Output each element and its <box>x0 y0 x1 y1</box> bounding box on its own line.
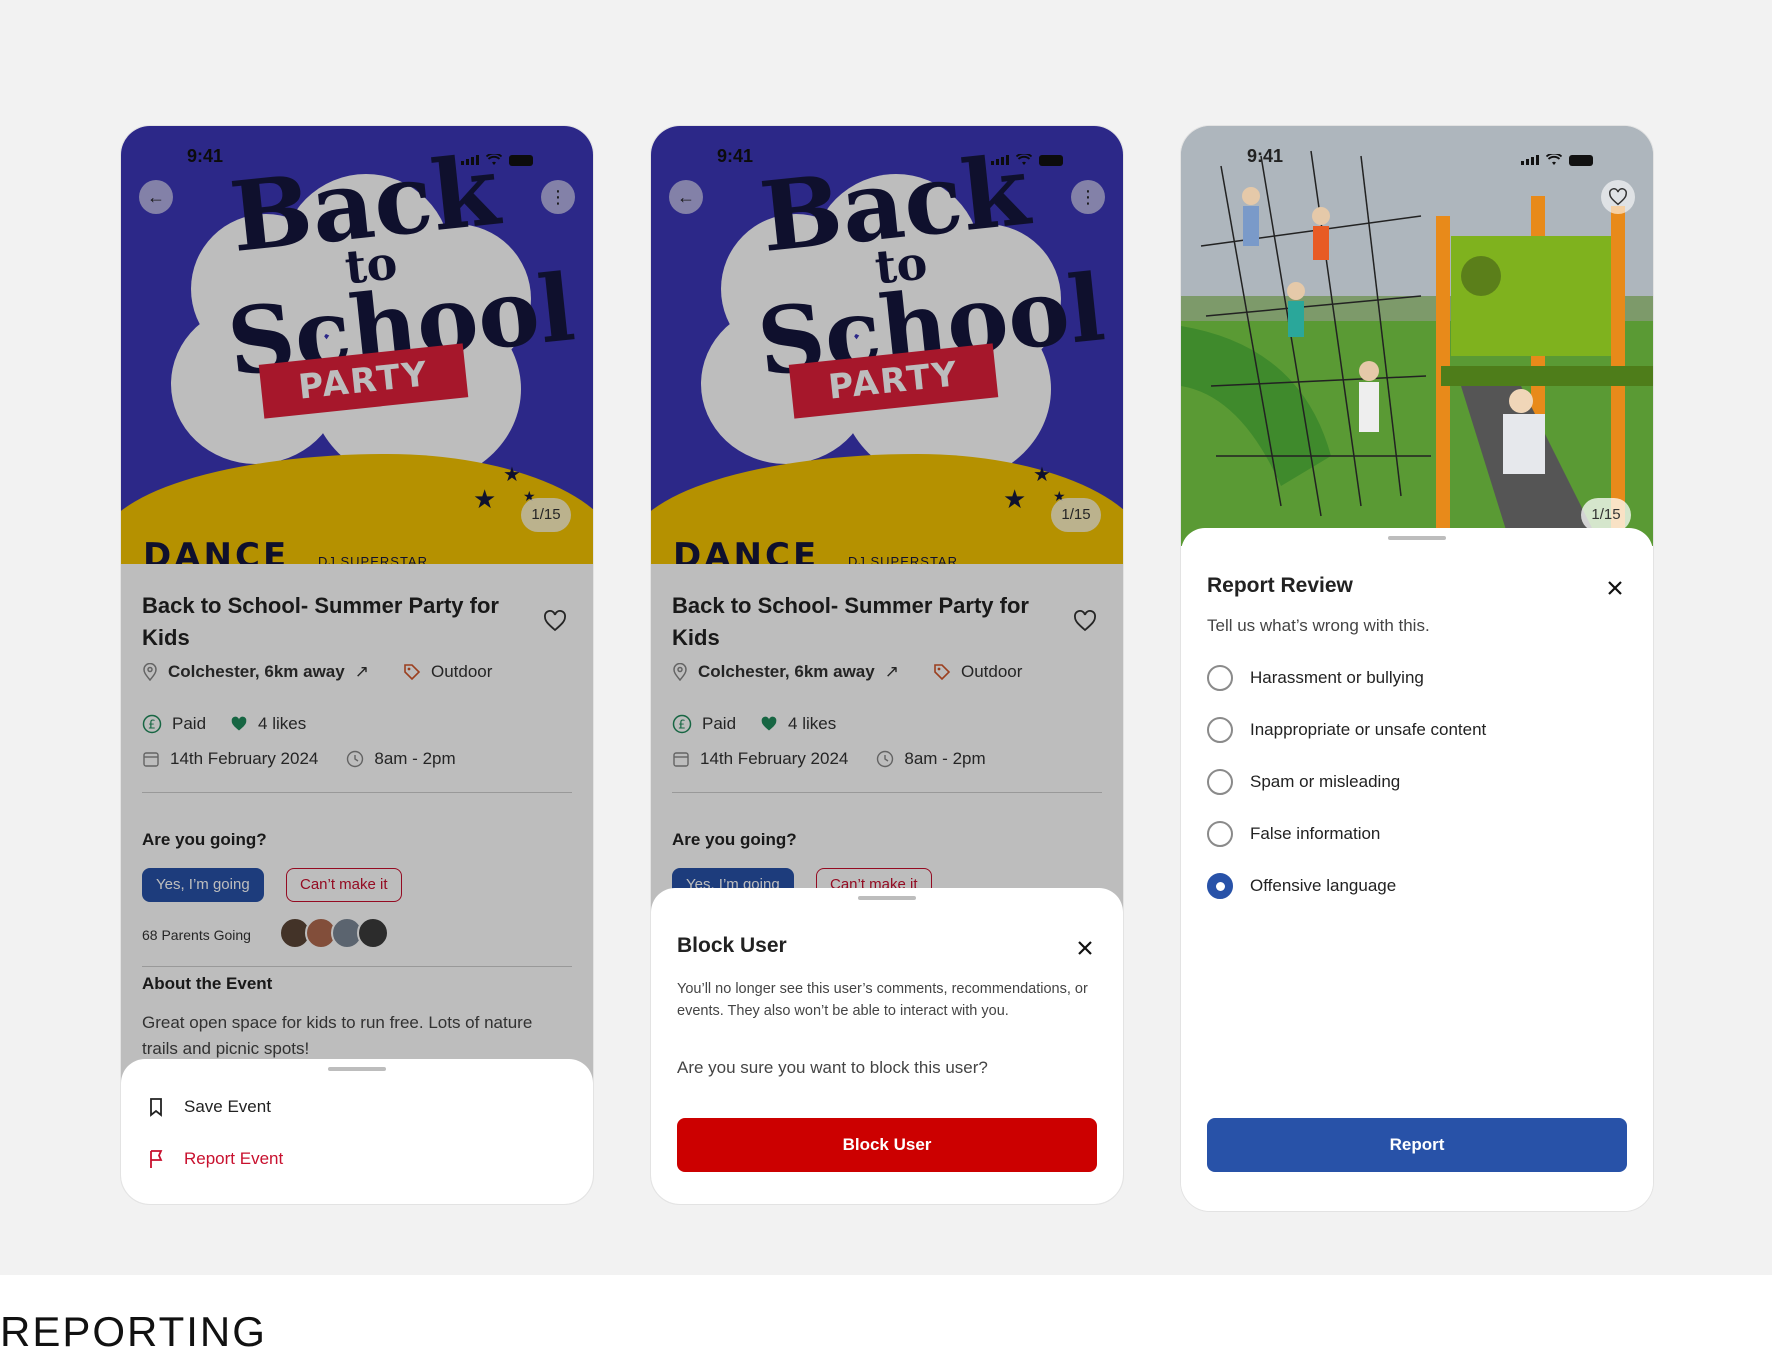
status-time: 9:41 <box>1247 146 1284 166</box>
block-description: You’ll no longer see this user’s comment… <box>677 981 1088 1019</box>
radio-button[interactable] <box>1207 769 1233 795</box>
canvas: Back to School PARTY ★ ★ ★ DANCE DJ SUPE… <box>0 0 1772 1275</box>
sheet-title: Block User <box>677 934 787 957</box>
phone-report-review: 9:41 1/15 Report Review Tell us what’s w… <box>1180 125 1654 1212</box>
close-icon[interactable] <box>1605 578 1625 598</box>
wifi-icon <box>1546 154 1562 165</box>
sheet-title: Report Review <box>1207 574 1353 597</box>
radio-button[interactable] <box>1207 821 1233 847</box>
report-option-harassment[interactable]: Harassment or bullying <box>1207 665 1424 691</box>
report-option-label: Inappropriate or unsafe content <box>1250 720 1487 739</box>
status-icons <box>1521 154 1593 166</box>
report-option-offensive[interactable]: Offensive language <box>1207 873 1396 899</box>
battery-icon <box>1569 154 1593 166</box>
report-subtitle: Tell us what’s wrong with this. <box>1207 616 1430 635</box>
radio-button[interactable] <box>1207 717 1233 743</box>
phone-block-user: Back to School PARTY ★ ★ ★ DANCE DJ SUPE… <box>650 125 1124 1205</box>
playground-illustration <box>1181 126 1653 546</box>
playground-photo: 9:41 1/15 <box>1181 126 1653 546</box>
report-event-button[interactable]: Report Event <box>148 1149 283 1169</box>
dim-overlay[interactable] <box>121 126 593 1204</box>
report-event-label: Report Event <box>184 1149 284 1168</box>
status-bar: 9:41 <box>1181 146 1653 174</box>
report-option-label: Harassment or bullying <box>1250 668 1424 687</box>
section-label: REPORTING <box>0 1308 267 1355</box>
favorite-button[interactable] <box>1601 180 1635 214</box>
block-user-sheet: Block User You’ll no longer see this use… <box>651 888 1123 1204</box>
bookmark-icon <box>148 1097 164 1117</box>
block-user-button[interactable]: Block User <box>677 1118 1097 1172</box>
phone-event-options: Back to School PARTY ★ ★ ★ DANCE DJ SUPE… <box>120 125 594 1205</box>
block-question: Are you sure you want to block this user… <box>677 1058 988 1077</box>
flag-icon <box>148 1149 164 1169</box>
report-option-label: Offensive language <box>1250 876 1397 895</box>
sheet-handle[interactable] <box>858 896 916 900</box>
heart-icon <box>1609 188 1627 206</box>
report-review-sheet: Report Review Tell us what’s wrong with … <box>1181 528 1653 1211</box>
report-option-false-info[interactable]: False information <box>1207 821 1380 847</box>
report-option-label: False information <box>1250 824 1381 843</box>
sheet-handle[interactable] <box>1388 536 1446 540</box>
sheet-handle[interactable] <box>328 1067 386 1071</box>
signal-icon <box>1521 155 1539 165</box>
radio-button-selected[interactable] <box>1207 873 1233 899</box>
radio-button[interactable] <box>1207 665 1233 691</box>
close-icon[interactable] <box>1075 938 1095 958</box>
report-option-label: Spam or misleading <box>1250 772 1401 791</box>
report-button[interactable]: Report <box>1207 1118 1627 1172</box>
image-counter: 1/15 <box>1581 498 1631 532</box>
report-option-inappropriate[interactable]: Inappropriate or unsafe content <box>1207 717 1486 743</box>
save-event-label: Save Event <box>184 1097 271 1116</box>
report-option-spam[interactable]: Spam or misleading <box>1207 769 1400 795</box>
save-event-button[interactable]: Save Event <box>148 1097 271 1117</box>
options-sheet: Save Event Report Event <box>121 1059 593 1204</box>
